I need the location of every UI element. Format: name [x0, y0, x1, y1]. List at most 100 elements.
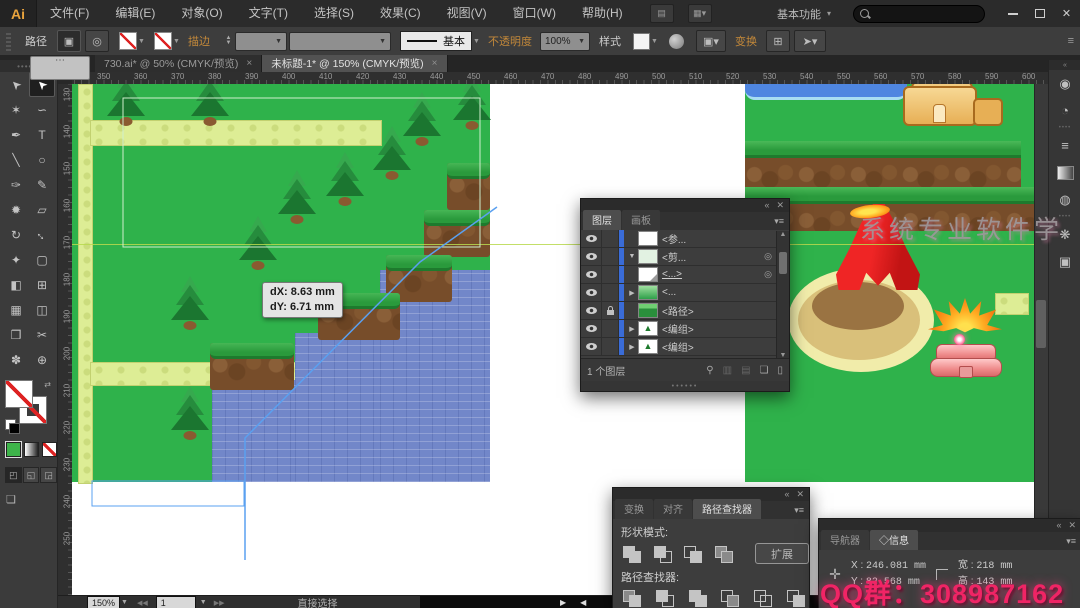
lock-toggle[interactable]	[602, 338, 619, 355]
workspace-switcher[interactable]: 基本功能 ▾	[769, 4, 839, 24]
width-profile-dropdown[interactable]: ▼	[289, 32, 391, 51]
default-fill-stroke-icon[interactable]	[5, 419, 16, 430]
panel-resize-grip[interactable]: ••••••	[581, 381, 789, 391]
rotate-tool-icon[interactable]: ↻	[3, 222, 29, 247]
visibility-toggle[interactable]	[581, 248, 602, 265]
crop-icon[interactable]	[719, 588, 743, 608]
menu-item[interactable]: 选择(S)	[301, 0, 367, 27]
expand-icon[interactable]: ▶	[626, 343, 638, 351]
lock-toggle[interactable]	[602, 302, 619, 319]
tab-pathfinder[interactable]: 路径查找器	[693, 499, 761, 519]
expand-icon[interactable]: ▶	[626, 325, 638, 333]
select-similar-icon[interactable]: ➤▾	[794, 30, 826, 52]
delete-layer-icon[interactable]: ▯	[777, 365, 783, 376]
layer-name[interactable]: <路径>	[662, 303, 694, 318]
menu-item[interactable]: 文字(T)	[236, 0, 301, 27]
layer-name[interactable]: <编组>	[662, 339, 694, 354]
stroke-dropdown-icon[interactable]: ▼	[172, 32, 181, 50]
intersect-icon[interactable]	[682, 544, 704, 564]
mesh-tool-icon[interactable]: ▦	[3, 297, 29, 322]
target-circle-icon[interactable]: ◎	[761, 269, 775, 280]
expand-icon[interactable]: ▶	[626, 289, 638, 297]
pen-tool-icon[interactable]: ✒	[3, 122, 29, 147]
stroke-weight-dropdown[interactable]: ▼	[235, 32, 287, 51]
bounding-box-toggle-icon[interactable]: ⊞	[766, 30, 790, 52]
arrange-documents-icon[interactable]: ▦▾	[688, 4, 712, 23]
stroke-swatch[interactable]	[154, 32, 172, 50]
visibility-toggle[interactable]	[581, 266, 602, 283]
close-button[interactable]: ✕	[1053, 0, 1080, 27]
document-tab-1[interactable]: 730.ai* @ 50% (CMYK/预览) ×	[95, 55, 262, 72]
layer-name[interactable]: <编组>	[662, 321, 694, 336]
close-tab-icon[interactable]: ×	[432, 58, 438, 69]
gradient-icon[interactable]	[1049, 159, 1080, 186]
artboard-number-field[interactable]: 1	[156, 596, 196, 608]
first-artboard-icon[interactable]: ◀◀	[137, 599, 148, 607]
exclude-icon[interactable]	[713, 544, 735, 564]
menu-item[interactable]: 效果(C)	[367, 0, 434, 27]
menu-item[interactable]: 窗口(W)	[500, 0, 569, 27]
swap-fill-stroke-icon[interactable]: ⇄	[44, 380, 51, 389]
type-tool-icon[interactable]: T	[29, 122, 55, 147]
outline-icon[interactable]	[752, 588, 776, 608]
color-icon[interactable]: ◉	[1049, 70, 1080, 97]
transparency-icon[interactable]: ◍	[1049, 186, 1080, 213]
color-guide-icon[interactable]: ◔	[1049, 97, 1080, 124]
new-sublayer-icon[interactable]: ▤	[741, 365, 750, 376]
merge-icon[interactable]	[687, 588, 711, 608]
fill-color-well[interactable]	[5, 380, 33, 408]
slice-tool-icon[interactable]: ✂	[29, 322, 55, 347]
artboard-tool-icon[interactable]: ❒	[3, 322, 29, 347]
close-tab-icon[interactable]: ×	[246, 58, 252, 69]
isolate-target-icon[interactable]: ◎	[85, 30, 109, 52]
brush-dropdown-icon[interactable]: ▼	[472, 32, 481, 50]
layer-name[interactable]: <...	[662, 287, 676, 298]
collapsed-panel[interactable]: ⋯	[30, 56, 90, 80]
unite-icon[interactable]	[621, 544, 643, 564]
launch-bridge-icon[interactable]: ▤	[650, 4, 674, 23]
expand-button[interactable]: 扩展	[755, 543, 809, 564]
stroke-link[interactable]: 描边	[188, 33, 210, 49]
brush-definition-dropdown[interactable]: 基本	[400, 31, 472, 51]
tab-artboards[interactable]: 画板	[622, 210, 660, 230]
panel-menu-icon[interactable]: ▾≡	[1061, 536, 1080, 550]
shape-builder-tool-icon[interactable]: ◧	[3, 272, 29, 297]
last-artboard-icon[interactable]: ▶▶	[214, 599, 225, 607]
lock-toggle[interactable]	[602, 284, 619, 301]
screen-mode-icon[interactable]: ❏	[6, 493, 57, 506]
panel-grip[interactable]	[6, 31, 11, 51]
menu-item[interactable]: 对象(O)	[168, 0, 235, 27]
layer-row[interactable]: <参...○	[581, 230, 789, 248]
collapse-panel-icon[interactable]: «	[1056, 519, 1061, 532]
style-dropdown-icon[interactable]: ▼	[650, 32, 659, 50]
visibility-toggle[interactable]	[581, 284, 602, 301]
graphic-styles-icon[interactable]: ▣	[1049, 248, 1080, 275]
lock-toggle[interactable]	[602, 230, 619, 247]
style-swatch[interactable]	[633, 33, 650, 50]
locate-object-icon[interactable]: ⚲	[706, 365, 713, 376]
menu-item[interactable]: 编辑(E)	[102, 0, 168, 27]
menu-item[interactable]: 帮助(H)	[569, 0, 636, 27]
scale-tool-icon[interactable]: ↔	[29, 222, 55, 247]
divide-icon[interactable]	[621, 588, 645, 608]
scrollbar-thumb[interactable]	[779, 252, 787, 274]
tab-info[interactable]: ◇信息	[870, 530, 918, 550]
tab-layers[interactable]: 图层	[583, 210, 621, 230]
opacity-link[interactable]: 不透明度	[488, 33, 532, 49]
align-dropdown-icon[interactable]: ▣▾	[696, 30, 726, 52]
stroke-icon[interactable]: ≡	[1049, 132, 1080, 159]
collapse-panel-icon[interactable]: «	[784, 488, 789, 501]
zoom-tool-icon[interactable]: ⊕	[29, 347, 55, 372]
minimize-button[interactable]	[999, 0, 1026, 27]
layer-name[interactable]: <...>	[662, 269, 682, 280]
fill-dropdown-icon[interactable]: ▼	[137, 32, 146, 50]
transform-link[interactable]: 变换	[735, 33, 757, 49]
lock-toggle[interactable]	[602, 266, 619, 283]
search-input[interactable]	[853, 5, 985, 23]
restore-button[interactable]	[1026, 0, 1053, 27]
visibility-toggle[interactable]	[581, 320, 602, 337]
bounding-box-icon[interactable]: ▣	[57, 30, 81, 52]
stroke-weight-stepper[interactable]: ▲▼	[223, 32, 234, 50]
artboard-dropdown-icon[interactable]: ▼	[200, 599, 207, 606]
layer-row[interactable]: <...> ◎	[581, 266, 789, 284]
